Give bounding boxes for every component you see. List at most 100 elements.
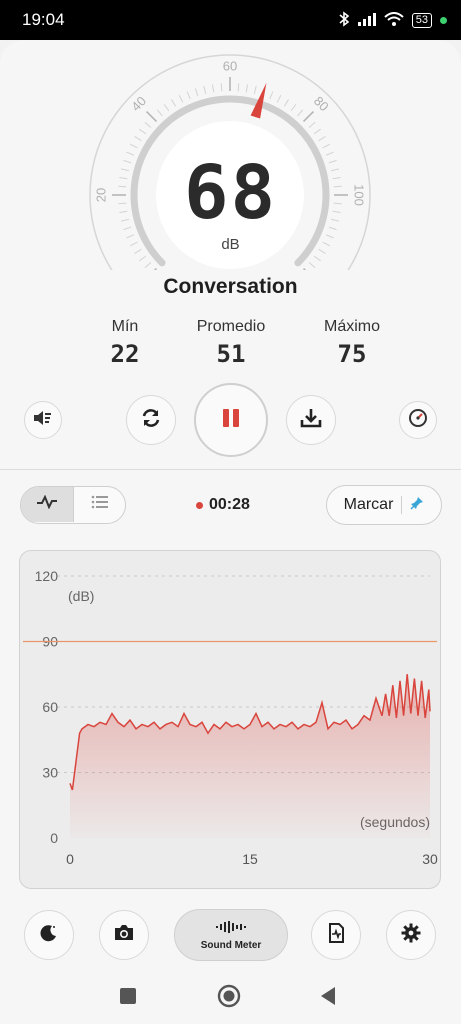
view-toggle (20, 486, 126, 524)
stat-avg-label: Promedio (196, 318, 266, 335)
gauge-tick (211, 84, 215, 93)
home-button[interactable] (217, 984, 241, 1013)
report-button[interactable] (311, 910, 361, 960)
pause-button[interactable] (194, 383, 268, 457)
db-readout: 68 (183, 150, 278, 236)
gauge-tick (276, 94, 282, 103)
stat-max: Máximo 75 (292, 318, 412, 368)
brand-badge: Sound Meter (174, 909, 288, 961)
timer-text: 00:28 (209, 496, 250, 513)
gauge-tick (203, 85, 207, 94)
x-tick-label: 30 (422, 851, 438, 867)
calibrate-button[interactable] (24, 401, 62, 439)
system-nav-bar (0, 968, 461, 1024)
brand-name: Sound Meter (200, 939, 262, 951)
gear-icon (401, 923, 421, 948)
gauge-tick (153, 267, 158, 270)
mark-button[interactable]: Marcar (326, 485, 442, 525)
status-time: 19:04 (22, 10, 65, 29)
gauge-tick (318, 136, 326, 142)
gauge-tick (220, 83, 223, 92)
settings-button[interactable] (386, 910, 436, 960)
noise-level-label: Conversation (163, 275, 298, 298)
gauge-tick (129, 143, 138, 149)
gauge-mode-button[interactable] (399, 401, 437, 439)
db-unit: dB (221, 236, 240, 253)
gauge-tick (145, 110, 158, 123)
stat-max-label: Máximo (323, 318, 380, 335)
gauge-tick (163, 104, 170, 112)
list-view-tab[interactable] (74, 487, 125, 522)
gauge-tick (178, 94, 184, 103)
night-mode-button[interactable] (24, 910, 74, 960)
recents-button[interactable] (119, 987, 137, 1010)
y-tick-label: 30 (42, 765, 58, 781)
gauge-tick (269, 91, 274, 100)
speedometer-icon (408, 408, 428, 433)
recording-timer: 00:28 (196, 496, 250, 514)
gauge-tick (171, 99, 177, 107)
section-divider (0, 469, 461, 470)
status-icons: 53 (338, 10, 447, 30)
mark-label: Marcar (343, 496, 394, 513)
camera-icon (113, 924, 135, 947)
reset-button[interactable] (126, 395, 176, 445)
gauge-tick (144, 262, 152, 269)
y-axis-label: (dB) (68, 588, 94, 604)
x-tick-label: 15 (242, 851, 258, 867)
status-bar: 19:04 53 (0, 0, 461, 40)
recording-dot (196, 501, 203, 509)
gauge-tick (134, 136, 142, 142)
gauge-tick (139, 128, 147, 135)
signal-icon (357, 12, 376, 29)
gauge-tick (245, 84, 249, 93)
download-icon (300, 407, 322, 434)
gauge-tick (313, 128, 321, 135)
gauge-tick (144, 121, 152, 128)
x-tick-label: 0 (66, 851, 74, 867)
gauge-tick (139, 255, 147, 262)
mark-separator (401, 496, 403, 514)
moon-icon (39, 923, 59, 948)
battery-icon: 53 (411, 12, 432, 28)
stat-min-value: 22 (110, 340, 140, 368)
pause-icon (219, 406, 243, 435)
waveform-icon (216, 920, 246, 938)
stat-avg-value: 51 (216, 340, 246, 368)
privacy-dot (440, 16, 447, 24)
gauge-tick (308, 121, 316, 128)
graph-view-tab[interactable] (21, 487, 74, 522)
stat-avg: Promedio 51 (171, 318, 291, 368)
gauge-tick (156, 109, 163, 117)
bluetooth-icon (338, 10, 350, 30)
gauge-tick (308, 262, 316, 269)
app-screen: 19:04 53 020406080100120 68 dB Conversat… (0, 0, 461, 1024)
gauge-tick (302, 267, 307, 270)
graph-icon (36, 494, 58, 514)
pin-icon (410, 496, 424, 515)
stat-max-value: 75 (337, 340, 367, 368)
y-tick-label: 120 (35, 568, 59, 584)
camera-button[interactable] (99, 910, 149, 960)
gauge-tick (253, 85, 257, 94)
refresh-icon (140, 407, 162, 434)
gauge-tick (237, 83, 240, 92)
gauge-tick (313, 255, 321, 262)
gauge-tick (322, 143, 331, 149)
calibrate-speaker-icon (33, 409, 53, 432)
gauge-tick (194, 88, 199, 97)
save-button[interactable] (286, 395, 336, 445)
decibel-chart: 1209060300(dB)(segundos)01530 (23, 568, 438, 867)
gauge-tick (297, 109, 304, 117)
list-icon (91, 495, 109, 514)
report-icon (326, 922, 346, 948)
gauge-tick (290, 104, 297, 112)
gauge-tick (302, 110, 315, 123)
stat-min: Mín 22 (65, 318, 185, 368)
y-tick-label: 60 (42, 699, 58, 715)
back-button[interactable] (319, 986, 337, 1011)
gauge-scale-label: 60 (223, 58, 237, 73)
stat-min-label: Mín (111, 318, 139, 335)
y-tick-label: 0 (50, 830, 58, 846)
gauge-tick (283, 99, 289, 107)
